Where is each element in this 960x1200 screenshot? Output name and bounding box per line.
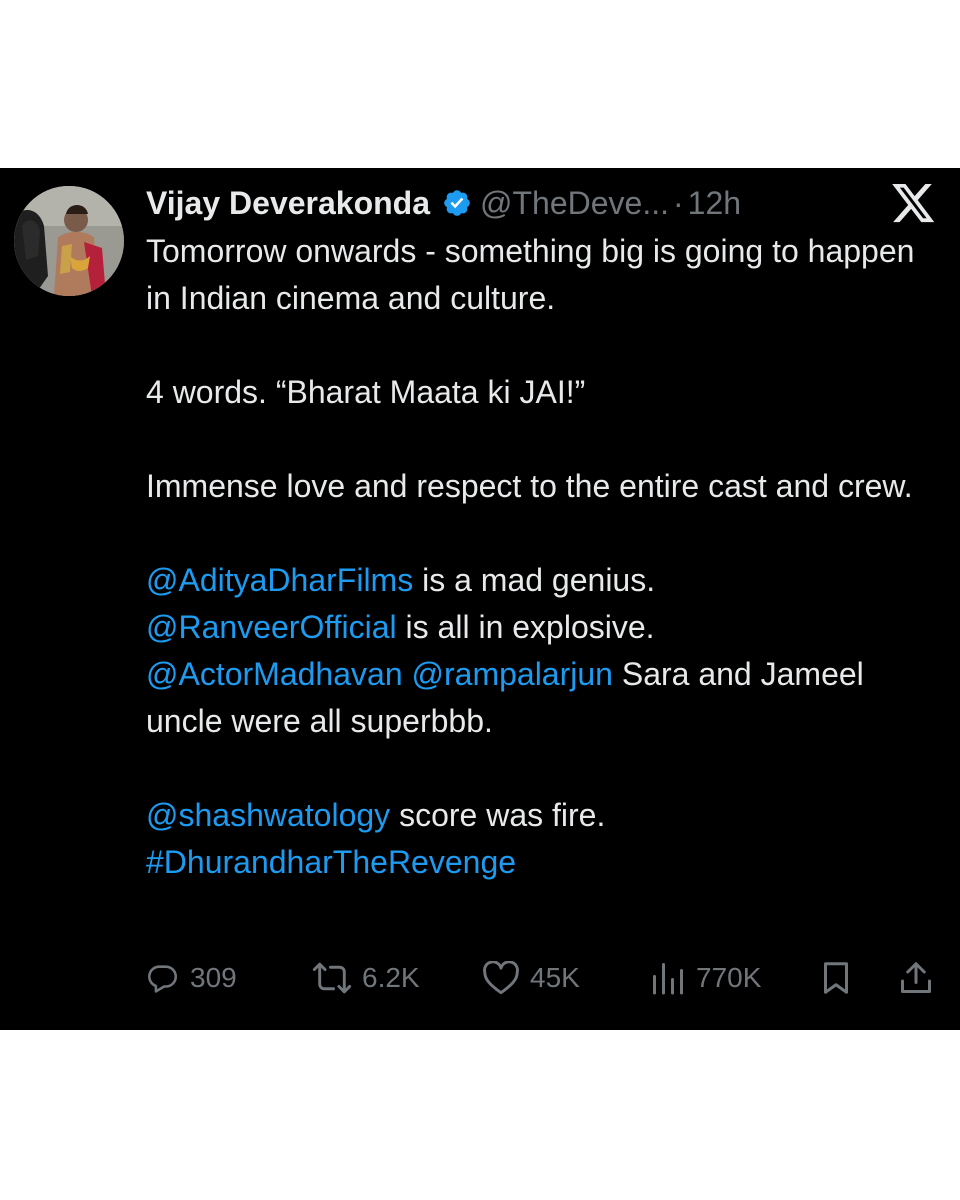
- mention-link[interactable]: @RanveerOfficial: [146, 609, 397, 645]
- share-button[interactable]: [898, 956, 934, 1000]
- tweet-paragraph: 4 words. “Bharat Maata ki JAI!”: [146, 374, 586, 410]
- tweet-text-segment: is a mad genius.: [413, 562, 656, 598]
- repost-button[interactable]: 6.2K: [312, 956, 420, 1000]
- mention-link[interactable]: @rampalarjun: [412, 656, 613, 692]
- like-count: 45K: [530, 962, 580, 993]
- tweet-paragraph: @AdityaDharFilms is a mad genius.: [146, 557, 946, 604]
- author-handle[interactable]: @TheDeve...: [480, 185, 669, 222]
- views-icon: [650, 961, 686, 995]
- tweet-header: Vijay Deverakonda @TheDeve... · 12h: [146, 180, 741, 226]
- reply-button[interactable]: 309: [146, 956, 237, 1000]
- tweet-paragraph: @shashwatology score was fire.: [146, 792, 946, 839]
- reply-icon: [146, 961, 180, 995]
- like-icon: [482, 961, 520, 995]
- tweet-paragraph: #DhurandharTheRevenge: [146, 839, 946, 886]
- separator-dot: ·: [673, 184, 684, 221]
- avatar[interactable]: [14, 186, 124, 296]
- verified-badge-icon: [442, 188, 472, 218]
- like-button[interactable]: 45K: [482, 956, 580, 1000]
- share-icon: [898, 959, 934, 997]
- tweet-text-segment: score was fire.: [390, 797, 606, 833]
- views-button[interactable]: 770K: [650, 956, 761, 1000]
- reply-count: 309: [190, 962, 237, 993]
- views-count: 770K: [696, 962, 762, 993]
- bookmark-button[interactable]: [818, 956, 854, 1000]
- author-name[interactable]: Vijay Deverakonda: [146, 185, 430, 222]
- tweet-paragraph: Immense love and respect to the entire c…: [146, 468, 913, 504]
- mention-link[interactable]: @ActorMadhavan: [146, 656, 403, 692]
- bookmark-icon: [818, 959, 854, 997]
- tweet-text-segment: [403, 656, 412, 692]
- repost-icon: [312, 961, 352, 995]
- hashtag-link[interactable]: #DhurandharTheRevenge: [146, 844, 516, 880]
- tweet-text: Tomorrow onwards - something big is goin…: [146, 228, 946, 886]
- action-bar: 309 6.2K 45K 770K: [146, 956, 936, 1000]
- mention-link[interactable]: @shashwatology: [146, 797, 390, 833]
- x-logo-icon: [892, 184, 936, 224]
- tweet-paragraph: @ActorMadhavan @rampalarjun Sara and Jam…: [146, 651, 946, 745]
- tweet-text-segment: is all in explosive.: [396, 609, 655, 645]
- repost-count: 6.2K: [362, 962, 420, 993]
- tweet-paragraph: @RanveerOfficial is all in explosive.: [146, 604, 946, 651]
- timestamp[interactable]: 12h: [688, 185, 741, 222]
- tweet-paragraph: Tomorrow onwards - something big is goin…: [146, 233, 915, 316]
- mention-link[interactable]: @AdityaDharFilms: [146, 562, 413, 598]
